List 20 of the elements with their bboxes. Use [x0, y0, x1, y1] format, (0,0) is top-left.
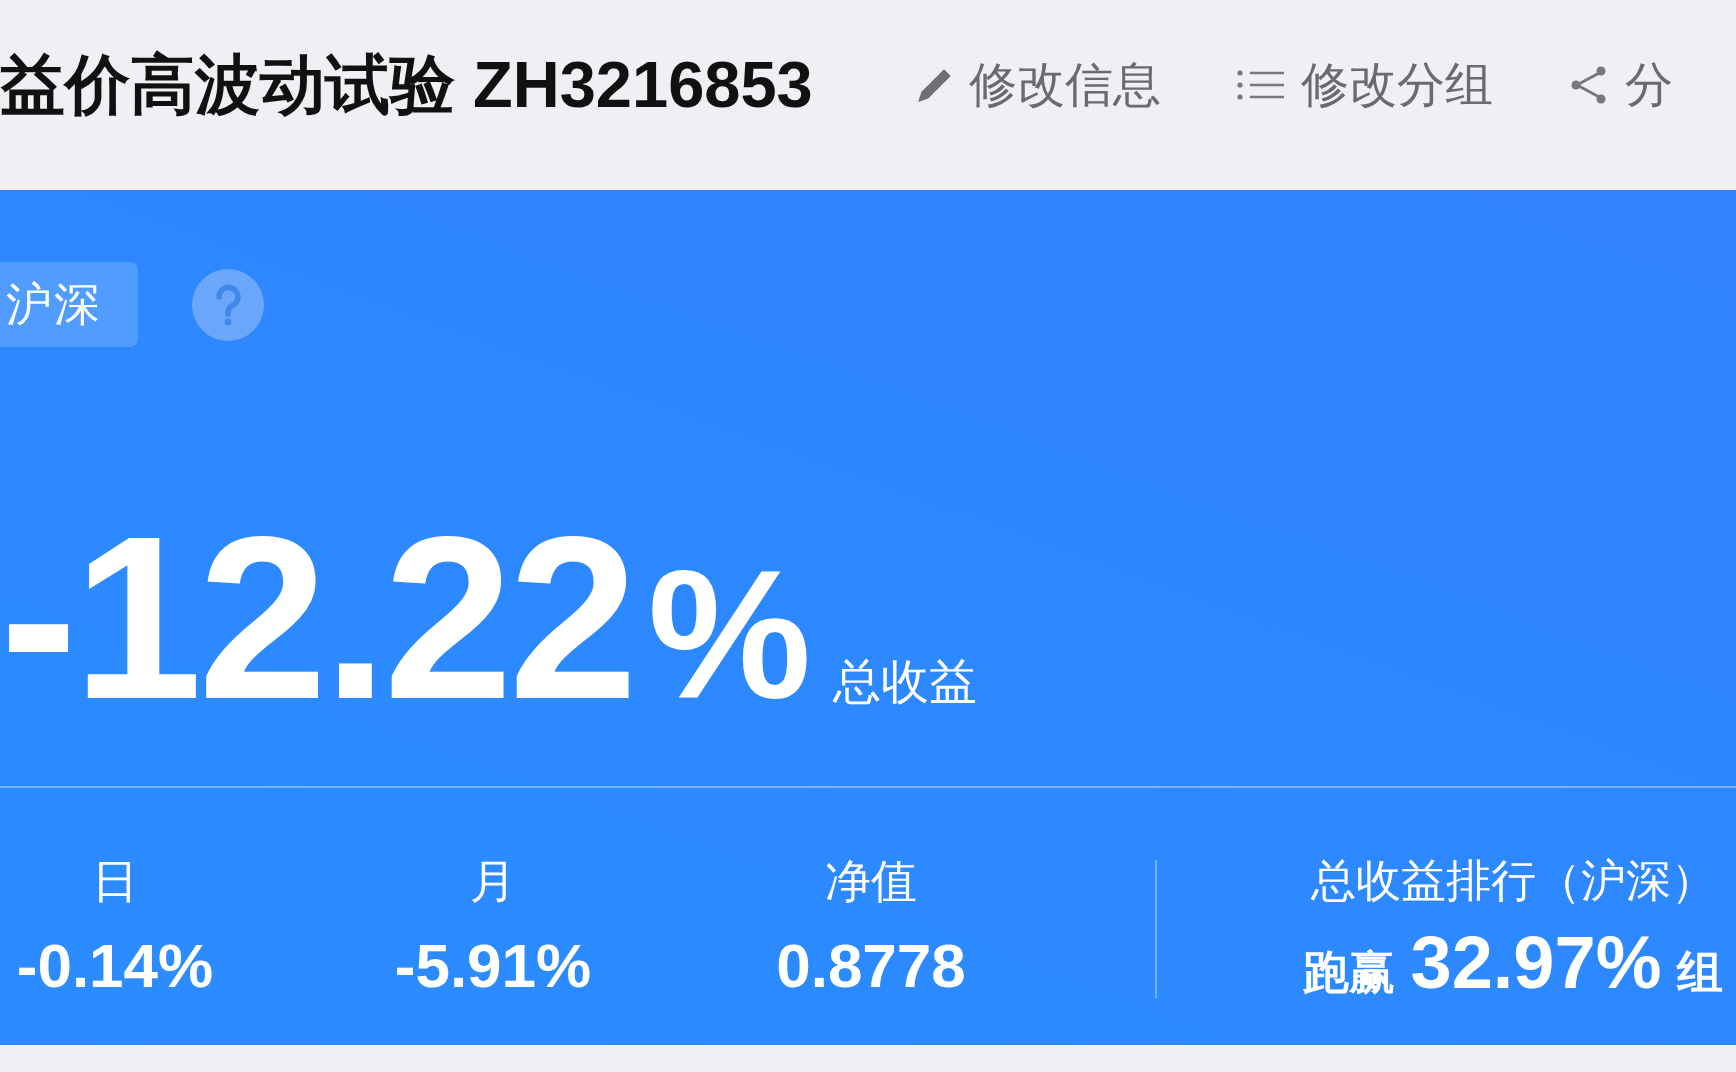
total-return-value: -12.22%: [0, 502, 812, 734]
stat-value: -0.14%: [16, 930, 214, 1003]
stat-label: 净值: [825, 854, 917, 910]
list-icon: [1236, 69, 1285, 101]
ranking-value: 32.97%: [1410, 922, 1662, 1004]
edit-group-button[interactable]: 修改分组: [1236, 56, 1493, 114]
ranking-prefix: 跑赢: [1302, 945, 1395, 1000]
share-button[interactable]: 分: [1568, 56, 1673, 114]
stat-value: 0.8778: [776, 930, 966, 1003]
pencil-icon: [916, 67, 953, 103]
market-tag: 沪深: [0, 262, 138, 347]
stat-label: 日: [92, 854, 138, 910]
ranking-suffix: 组: [1677, 945, 1724, 1000]
total-return-label: 总收益: [833, 654, 978, 710]
ranking-label: 总收益排行（沪深）: [1310, 854, 1716, 908]
help-icon[interactable]: [192, 268, 264, 341]
portfolio-title: 益价高波动试验 ZH3216853: [0, 47, 813, 123]
stat-value: -5.91%: [394, 930, 592, 1003]
stat-label: 月: [470, 854, 516, 910]
edit-info-button[interactable]: 修改信息: [916, 56, 1161, 114]
